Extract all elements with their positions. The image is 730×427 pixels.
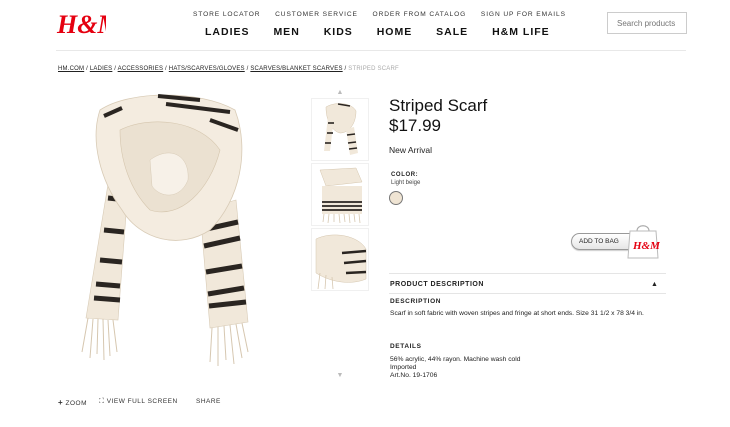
fullscreen-icon: ⛶ [99, 398, 105, 405]
color-swatch-light-beige[interactable] [389, 191, 403, 205]
thumbnail-3-image [315, 234, 367, 290]
nav-ladies[interactable]: LADIES [205, 26, 250, 38]
details-line-material: 56% acrylic, 44% rayon. Machine wash col… [390, 356, 521, 363]
search-input[interactable] [607, 12, 687, 34]
breadcrumb-hats-scarves-gloves[interactable]: HATS/SCARVES/GLOVES [169, 66, 245, 72]
nav-men[interactable]: MEN [273, 26, 299, 38]
plus-icon: + [58, 398, 64, 407]
view-full-screen-tool[interactable]: ⛶ VIEW FULL SCREEN [99, 398, 178, 406]
new-arrival-badge: New Arrival [389, 145, 432, 155]
nav-sale[interactable]: SALE [436, 26, 468, 38]
thumbnail-2-image [319, 167, 363, 224]
breadcrumb-hm[interactable]: HM.COM [58, 66, 84, 72]
thumbnail-down-arrow[interactable]: ▼ [311, 372, 369, 379]
collapse-caret-icon[interactable]: ▲ [651, 281, 658, 288]
product-main-image[interactable] [60, 90, 270, 380]
thumbnail-1[interactable] [311, 98, 369, 161]
description-divider-top [389, 273, 666, 274]
details-heading: DETAILS [390, 343, 422, 350]
product-price: $17.99 [389, 116, 441, 135]
thumbnail-2[interactable] [311, 163, 369, 226]
breadcrumb: HM.COM / LADIES / ACCESSORIES / HATS/SCA… [58, 66, 399, 72]
breadcrumb-scarves[interactable]: SCARVES/BLANKET SCARVES [250, 66, 342, 72]
top-links: STORE LOCATOR CUSTOMER SERVICE ORDER FRO… [193, 11, 578, 18]
thumbnail-1-image [324, 103, 358, 155]
store-locator-link[interactable]: STORE LOCATOR [193, 11, 260, 18]
description-text: Scarf in soft fabric with woven stripes … [390, 310, 644, 317]
hm-logo-text: H&M [56, 10, 106, 39]
description-divider-bottom [389, 293, 666, 294]
thumbnail-strip: ▲ ▼ [311, 89, 369, 379]
details-list: 56% acrylic, 44% rayon. Machine wash col… [390, 356, 672, 380]
nav-hm-life[interactable]: H&M LIFE [492, 26, 550, 38]
order-from-catalog-link[interactable]: ORDER FROM CATALOG [373, 11, 467, 18]
customer-service-link[interactable]: CUSTOMER SERVICE [275, 11, 358, 18]
shopping-bag-icon[interactable]: H&M [626, 222, 660, 260]
details-line-origin: Imported [390, 364, 417, 371]
main-nav: LADIES MEN KIDS HOME SALE H&M LIFE [205, 26, 570, 38]
zoom-tool[interactable]: + ZOOM [58, 398, 87, 407]
sign-up-emails-link[interactable]: SIGN UP FOR EMAILS [481, 11, 566, 18]
color-label: COLOR: [391, 172, 419, 178]
hm-logo[interactable]: H&M [56, 8, 106, 40]
description-heading: DESCRIPTION [390, 298, 442, 305]
color-value: Light beige [391, 180, 421, 186]
breadcrumb-accessories[interactable]: ACCESSORIES [118, 66, 164, 72]
nav-kids[interactable]: KIDS [324, 26, 353, 38]
header-divider [56, 50, 686, 51]
thumbnail-up-arrow[interactable]: ▲ [311, 89, 369, 96]
product-title: Striped Scarf [389, 96, 488, 115]
bag-logo-text: H&M [632, 240, 660, 252]
full-screen-label: VIEW FULL SCREEN [106, 398, 178, 405]
product-description-toggle[interactable]: PRODUCT DESCRIPTION [390, 281, 484, 288]
thumbnail-3[interactable] [311, 228, 369, 291]
breadcrumb-ladies[interactable]: LADIES [90, 66, 113, 72]
breadcrumb-current: STRIPED SCARF [348, 66, 399, 72]
zoom-label: ZOOM [65, 400, 87, 407]
share-link[interactable]: SHARE [196, 398, 221, 405]
details-line-article: Art.No. 19-1706 [390, 372, 438, 379]
nav-home[interactable]: HOME [377, 26, 413, 38]
